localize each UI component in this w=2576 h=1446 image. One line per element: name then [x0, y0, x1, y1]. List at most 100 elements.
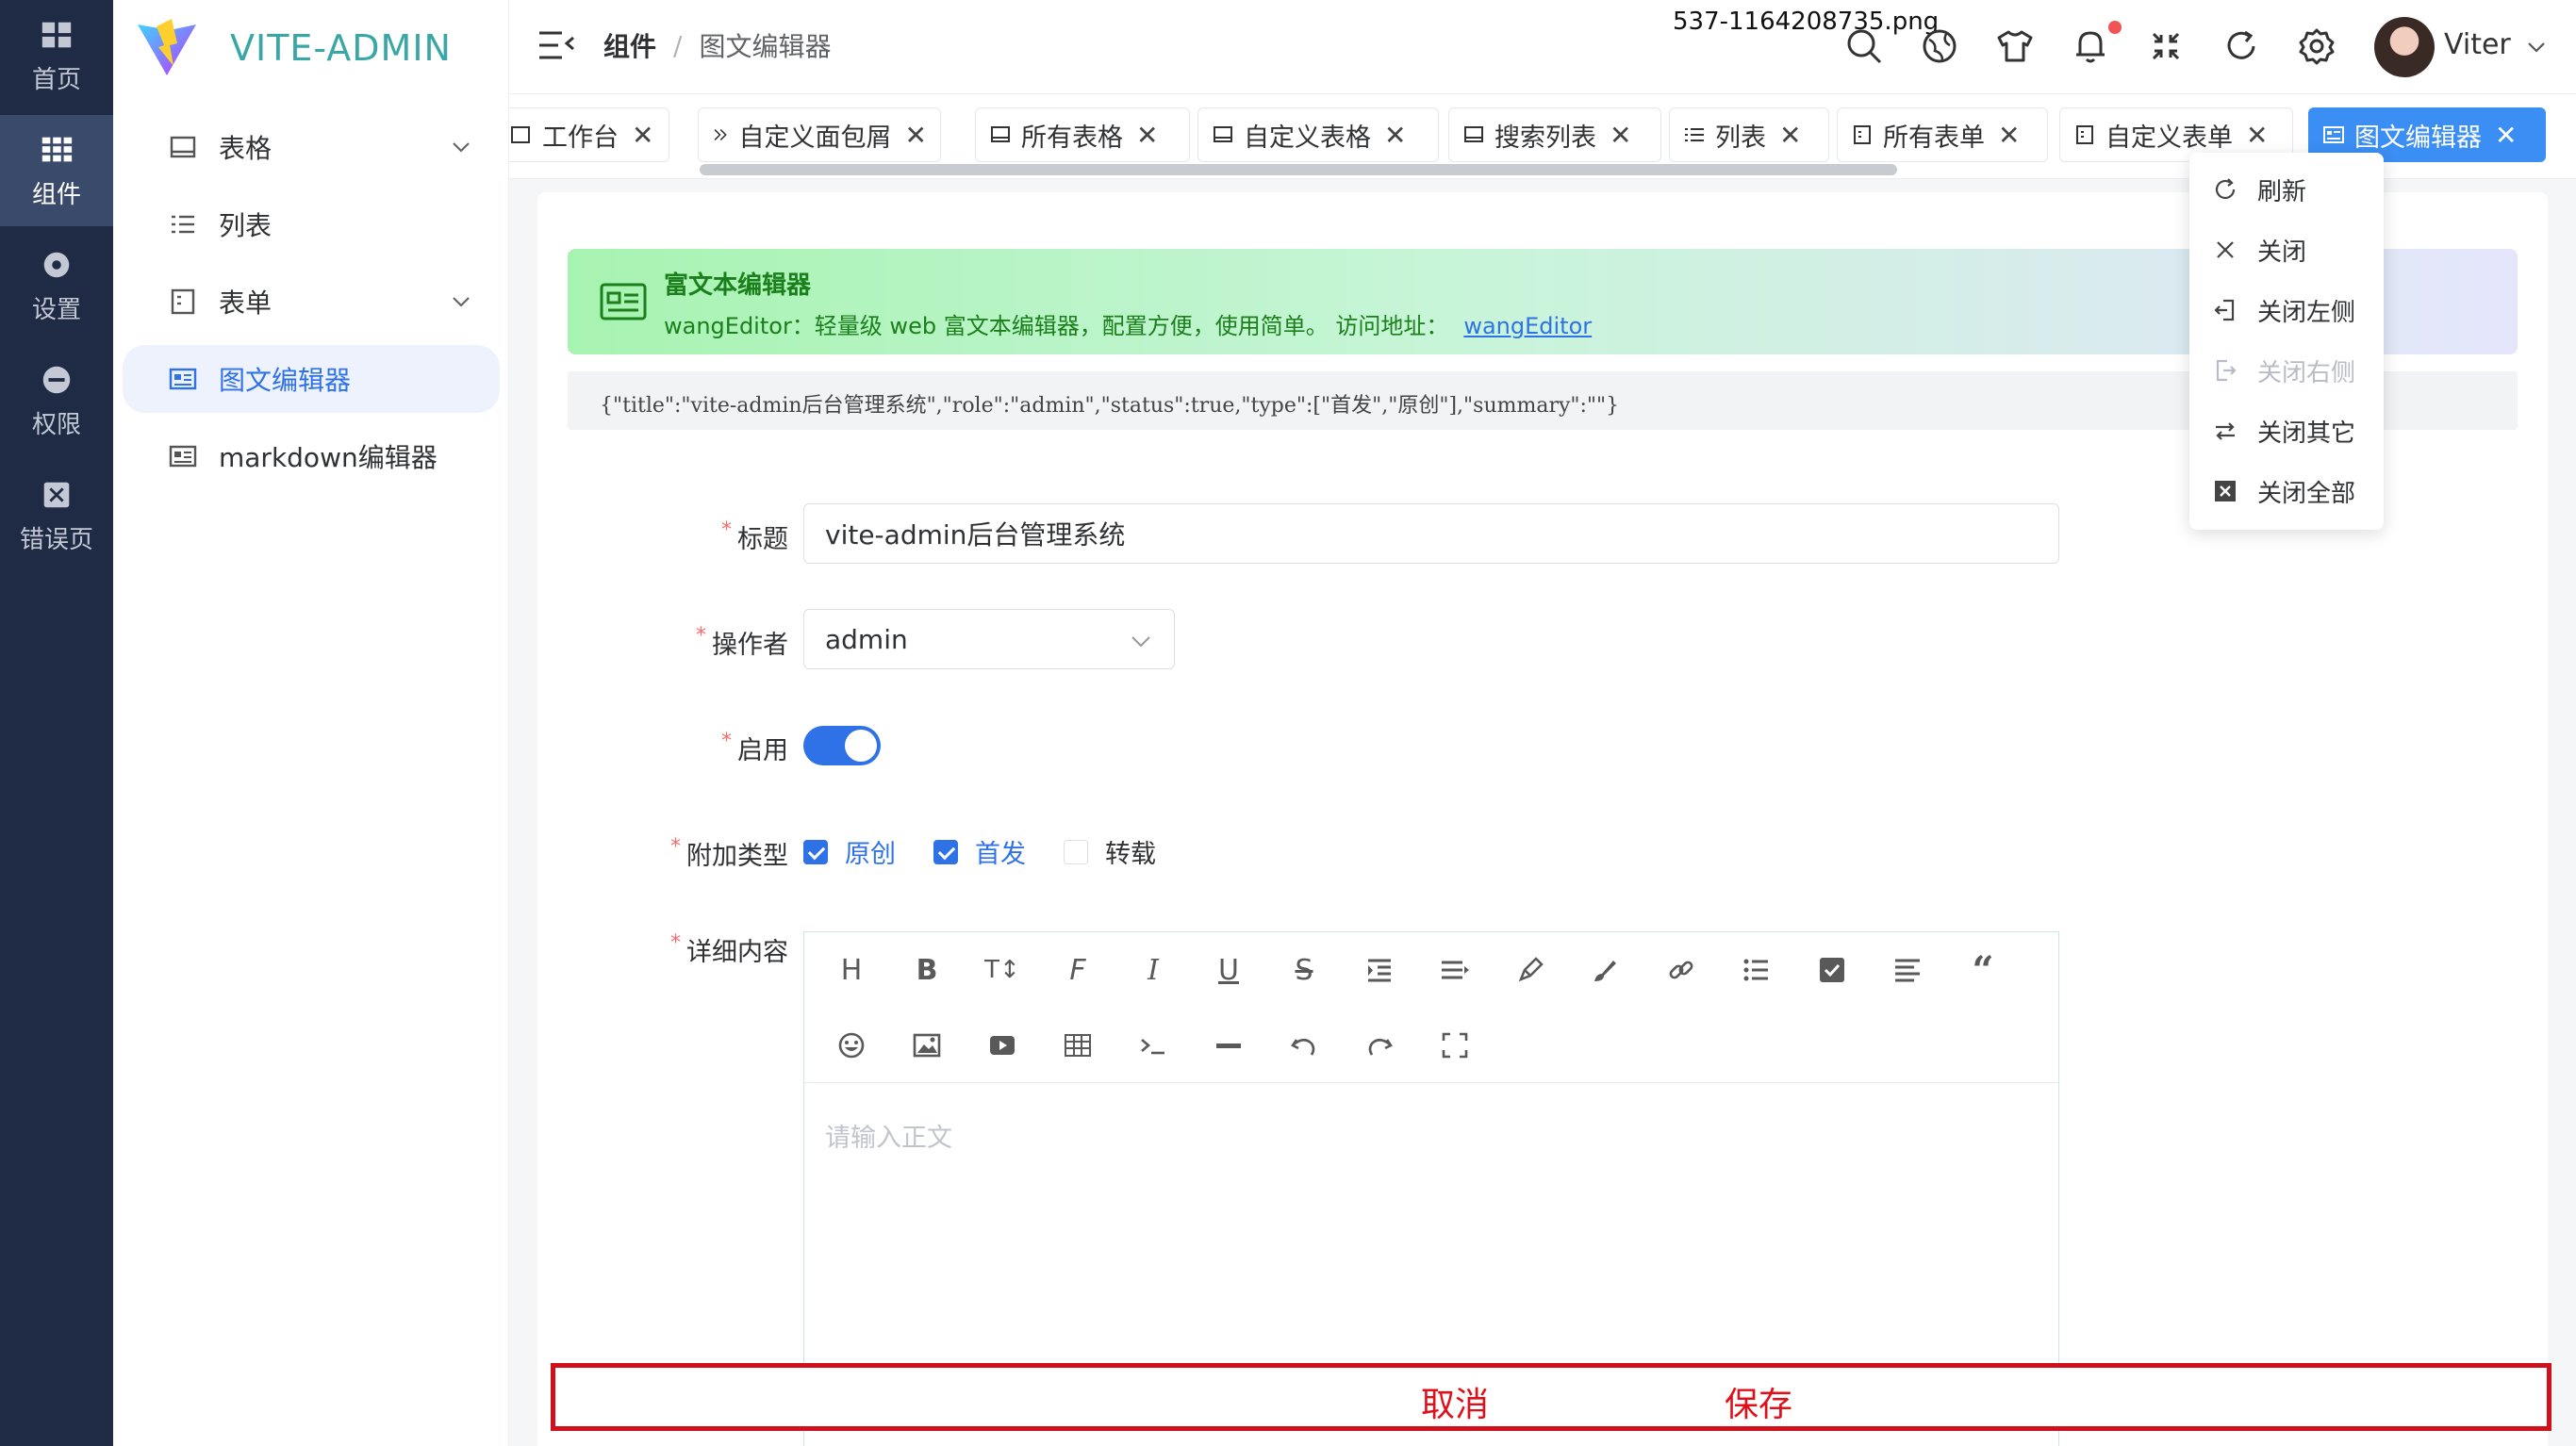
close-icon[interactable]: ✕ — [1779, 120, 1801, 151]
line-height-icon[interactable] — [1436, 951, 1474, 989]
underline-icon[interactable]: U — [1210, 951, 1247, 989]
ctx-close[interactable]: 关闭 — [2189, 221, 2384, 279]
tab-label: 自定义表格 — [1244, 123, 1371, 153]
close-icon[interactable]: ✕ — [1136, 120, 1158, 151]
back-color-icon[interactable] — [1587, 951, 1625, 989]
close-icon[interactable]: ✕ — [1610, 120, 1631, 151]
breadcrumb: 组件 / 图文编辑器 — [603, 26, 831, 64]
close-icon[interactable]: ✕ — [2246, 120, 2268, 151]
globe-icon[interactable] — [1918, 25, 1961, 68]
bell-icon[interactable] — [2069, 25, 2112, 68]
user-name[interactable]: Viter — [2444, 28, 2511, 61]
menu-label: markdown编辑器 — [219, 442, 438, 473]
rail-item-settings[interactable]: 设置 — [0, 230, 113, 341]
checkbox-box[interactable] — [1064, 839, 1088, 864]
fullscreen-icon[interactable] — [1436, 1027, 1474, 1064]
checkbox-box[interactable] — [933, 839, 958, 864]
image-icon[interactable] — [908, 1027, 946, 1064]
ctx-close-all[interactable]: 关闭全部 — [2189, 462, 2384, 520]
checkbox-box[interactable] — [803, 839, 828, 864]
logo-text: VITE-ADMIN — [230, 27, 452, 69]
checkbox-label: 原创 — [845, 840, 896, 869]
wangeditor-link[interactable]: wangEditor — [1463, 313, 1592, 339]
heading-icon[interactable]: H — [833, 951, 870, 989]
vite-logo-icon — [138, 19, 196, 75]
ctx-refresh[interactable]: 刷新 — [2189, 160, 2384, 219]
fore-color-icon[interactable] — [1511, 951, 1549, 989]
rail-item-components[interactable]: 组件 — [0, 115, 113, 226]
editor-placeholder[interactable]: 请输入正文 — [825, 1117, 952, 1154]
cancel-button[interactable]: 取消 — [1421, 1377, 1489, 1426]
code-icon[interactable] — [1134, 1027, 1172, 1064]
tab-list[interactable]: 列表 ✕ — [1669, 107, 1829, 162]
shirt-icon[interactable] — [1993, 25, 2037, 68]
redo-icon[interactable] — [1361, 1027, 1398, 1064]
justify-icon[interactable] — [1889, 951, 1926, 989]
tab-custom-table[interactable]: 自定义表格 ✕ — [1197, 107, 1439, 162]
menu-label: 表格 — [219, 133, 272, 164]
menu-item-rich-editor[interactable]: 图文编辑器 — [123, 345, 500, 413]
home-icon — [41, 22, 72, 47]
save-button[interactable]: 保存 — [1725, 1377, 1792, 1426]
rail-item-error[interactable]: 错误页 — [0, 460, 113, 571]
close-icon[interactable]: ✕ — [2495, 120, 2517, 151]
font-family-icon[interactable]: F — [1059, 951, 1097, 989]
tab-custom-breadcrumb[interactable]: 自定义面包屑 ✕ — [698, 107, 941, 162]
ctx-close-left[interactable]: 关闭左侧 — [2189, 281, 2384, 339]
todo-icon[interactable] — [1813, 951, 1851, 989]
menu-item-list[interactable]: 列表 — [123, 190, 500, 258]
quote-icon[interactable]: “ — [1964, 948, 2002, 993]
link-icon[interactable] — [1662, 951, 1700, 989]
menu-item-form[interactable]: 表单 — [123, 268, 500, 336]
bullet-list-icon[interactable] — [1738, 951, 1775, 989]
menu-item-table[interactable]: 表格 — [123, 113, 500, 181]
video-icon[interactable] — [983, 1027, 1021, 1064]
gear-icon[interactable] — [2295, 25, 2338, 68]
tab-all-tables[interactable]: 所有表格 ✕ — [975, 107, 1190, 162]
indent-icon[interactable] — [1361, 951, 1398, 989]
tab-search-list[interactable]: 搜索列表 ✕ — [1448, 107, 1661, 162]
title-input[interactable]: vite-admin后台管理系统 — [803, 503, 2059, 564]
close-icon[interactable]: ✕ — [905, 120, 927, 151]
avatar[interactable] — [2374, 17, 2435, 77]
close-icon[interactable]: ✕ — [632, 120, 653, 151]
operator-select[interactable]: admin — [803, 609, 1175, 669]
gear-icon — [43, 252, 70, 277]
italic-icon[interactable]: I — [1134, 951, 1172, 989]
search-icon[interactable] — [1842, 25, 1886, 68]
list-icon — [1685, 128, 1704, 141]
tab-workbench[interactable]: 工作台 ✕ — [509, 107, 669, 162]
rail-label: 权限 — [31, 410, 81, 439]
font-size-icon[interactable]: T↕ — [983, 951, 1021, 989]
bold-icon[interactable]: B — [908, 951, 946, 989]
checkbox-reprint[interactable]: 转载 — [1064, 833, 1156, 870]
table-icon — [991, 126, 1010, 142]
ctx-close-others[interactable]: 关闭其它 — [2189, 402, 2384, 460]
menu-fold-icon[interactable] — [537, 28, 575, 62]
refresh-icon[interactable] — [2220, 25, 2263, 68]
emoji-icon[interactable] — [833, 1027, 870, 1064]
close-icon[interactable]: ✕ — [1384, 120, 1406, 151]
type-label-text: 附加类型 — [686, 842, 788, 871]
chevron-down-icon[interactable] — [2525, 36, 2548, 58]
fullscreen-exit-icon[interactable] — [2144, 25, 2188, 68]
logo[interactable]: VITE-ADMIN — [136, 17, 452, 79]
menu-item-markdown-editor[interactable]: markdown编辑器 — [123, 422, 500, 490]
tab-all-forms[interactable]: 所有表单 ✕ — [1837, 107, 2048, 162]
divider-icon[interactable] — [1210, 1027, 1247, 1064]
breadcrumb-parent[interactable]: 组件 — [603, 26, 656, 64]
menu-label: 表单 — [219, 288, 272, 319]
undo-icon[interactable] — [1285, 1027, 1323, 1064]
editor-icon — [600, 283, 647, 320]
title-label: * 标题 — [721, 518, 788, 554]
strikethrough-icon[interactable]: S — [1285, 951, 1323, 989]
enabled-label: * 启用 — [721, 730, 788, 765]
enabled-switch[interactable] — [803, 726, 881, 765]
close-icon[interactable]: ✕ — [1998, 120, 2020, 151]
table-insert-icon[interactable] — [1059, 1027, 1097, 1064]
tab-scrollbar[interactable] — [700, 164, 1897, 175]
checkbox-original[interactable]: 原创 — [803, 833, 896, 870]
checkbox-first-release[interactable]: 首发 — [933, 833, 1026, 870]
rail-item-home[interactable]: 首页 — [0, 0, 113, 111]
rail-item-permission[interactable]: 权限 — [0, 345, 113, 456]
